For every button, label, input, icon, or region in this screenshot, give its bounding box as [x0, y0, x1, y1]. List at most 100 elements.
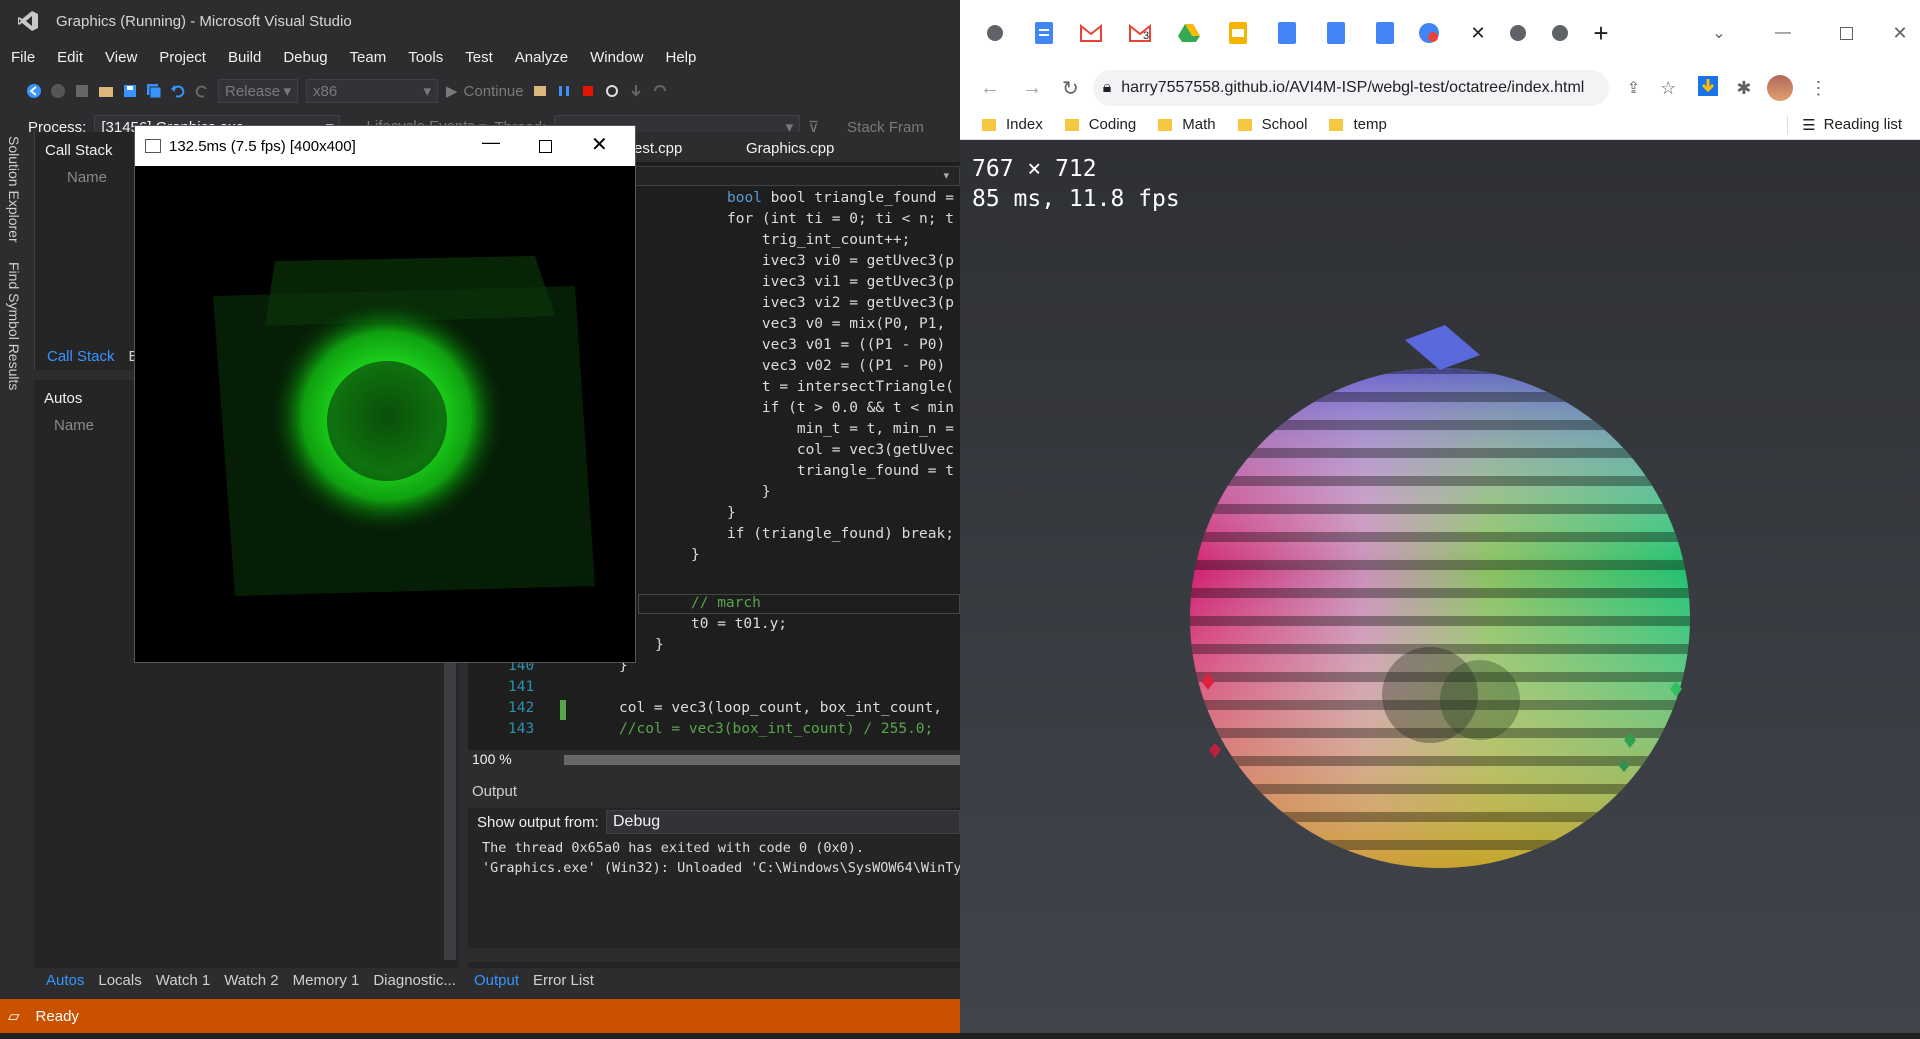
menu-window[interactable]: Window	[579, 49, 654, 66]
solution-explorer-tab[interactable]: Solution Explorer	[6, 136, 22, 243]
new-project-icon[interactable]	[74, 83, 90, 99]
tab-memory-1[interactable]: Memory 1	[293, 972, 360, 989]
close-button[interactable]: ✕	[1887, 20, 1913, 46]
menu-test[interactable]: Test	[454, 49, 504, 66]
restart-icon[interactable]	[604, 83, 620, 99]
minimize-button[interactable]: —	[1770, 20, 1796, 46]
tab-call-stack[interactable]: Call Stack	[47, 348, 115, 365]
new-tab-icon[interactable]: +	[1588, 18, 1614, 48]
tab-autos[interactable]: Autos	[46, 972, 84, 989]
zoom-dropdown[interactable]: 100 %	[472, 751, 512, 767]
tab-graphics-cpp[interactable]: Graphics.cpp	[746, 140, 834, 157]
chrome-web-tab-icon[interactable]	[1416, 20, 1442, 46]
back-icon[interactable]	[26, 83, 42, 99]
redo-icon[interactable]	[194, 83, 210, 99]
code-line[interactable]: }	[691, 547, 700, 563]
code-line[interactable]: t = intersectTriangle(	[727, 379, 954, 395]
tab-watch-2[interactable]: Watch 2	[224, 972, 278, 989]
share-icon[interactable]: ⇪	[1627, 78, 1640, 98]
code-line[interactable]: vec3 v01 = ((P1 - P0)	[727, 337, 945, 353]
reload-icon[interactable]: ↻	[1062, 76, 1079, 101]
docs-tab-icon[interactable]	[1031, 20, 1057, 46]
tab-output[interactable]: Output	[474, 972, 519, 989]
platform-dropdown[interactable]: x86 ▾	[306, 79, 438, 103]
slides-tab-icon[interactable]	[1225, 20, 1251, 46]
code-comment[interactable]: // march	[691, 595, 761, 611]
docs-tab-icon[interactable]	[1323, 20, 1349, 46]
menu-kebab-icon[interactable]: ⋮	[1809, 78, 1827, 99]
profile-avatar[interactable]	[1767, 75, 1794, 101]
render-canvas[interactable]	[135, 166, 635, 662]
menu-analyze[interactable]: Analyze	[504, 49, 579, 66]
globe-tab-icon[interactable]	[1547, 20, 1573, 46]
bookmark-index[interactable]: Index	[982, 116, 1043, 133]
save-icon[interactable]	[122, 83, 138, 99]
menu-edit[interactable]: Edit	[46, 49, 94, 66]
undo-icon[interactable]	[170, 83, 186, 99]
docs-tab-icon[interactable]	[1274, 20, 1300, 46]
menu-build[interactable]: Build	[217, 49, 272, 66]
output-source-dropdown[interactable]: Debug	[606, 810, 960, 834]
pause-icon[interactable]	[556, 83, 572, 99]
tab-test-cpp[interactable]: est.cpp	[634, 140, 682, 157]
code-line[interactable]: }	[727, 484, 771, 500]
bookmark-star-icon[interactable]: ☆	[1660, 78, 1676, 99]
exception-settings-icon[interactable]	[532, 83, 548, 99]
close-button[interactable]: ✕	[591, 132, 608, 157]
gmail-tab-icon[interactable]	[1078, 20, 1104, 46]
config-dropdown[interactable]: Release ▾	[218, 79, 298, 103]
gmail-badge-tab-icon[interactable]: 3	[1127, 20, 1153, 46]
code-line[interactable]: if (triangle_found) break;	[727, 526, 954, 542]
tab-error-list[interactable]: Error List	[533, 972, 594, 989]
tab-diagnostic[interactable]: Diagnostic...	[373, 972, 456, 989]
menu-team[interactable]: Team	[339, 49, 398, 66]
code-line[interactable]: vec3 v0 = mix(P0, P1,	[727, 316, 945, 332]
menu-tools[interactable]: Tools	[397, 49, 454, 66]
code-line[interactable]: bool bool triangle_found = fals	[727, 190, 998, 206]
save-all-icon[interactable]	[146, 83, 162, 99]
code-line[interactable]: ivec3 vi2 = getUvec3(p	[727, 295, 954, 311]
globe-tab-icon[interactable]	[982, 20, 1008, 46]
code-line[interactable]: col = vec3(loop_count, box_int_count,	[619, 700, 942, 716]
tab-search-icon[interactable]: ⌄	[1706, 20, 1732, 46]
code-line[interactable]: if (t > 0.0 && t < min	[727, 400, 954, 416]
forward-arrow-icon[interactable]: →	[1022, 77, 1042, 100]
code-line[interactable]: vec3 v02 = ((P1 - P0)	[727, 358, 945, 374]
drive-tab-icon[interactable]	[1176, 20, 1202, 46]
code-line[interactable]: triangle_found = t	[727, 463, 954, 479]
menu-file[interactable]: File	[0, 49, 46, 66]
docs-tab-icon[interactable]	[1372, 20, 1398, 46]
address-bar[interactable]: 🔒︎ harry7557558.github.io/AVI4M-ISP/webg…	[1092, 70, 1609, 106]
step-over-icon[interactable]	[652, 83, 668, 99]
minimize-button[interactable]: —	[482, 132, 500, 153]
code-line[interactable]: min_t = t, min_n =	[727, 421, 954, 437]
code-line[interactable]: col = vec3(getUvec	[727, 442, 954, 458]
reading-list-button[interactable]: ☰ Reading list	[1787, 115, 1902, 134]
extensions-puzzle-icon[interactable]: ✱	[1736, 78, 1751, 99]
code-line[interactable]: }	[655, 637, 664, 653]
open-folder-icon[interactable]	[98, 83, 114, 99]
menu-help[interactable]: Help	[655, 49, 708, 66]
webgl-canvas[interactable]	[960, 140, 1920, 1033]
bookmark-math[interactable]: Math	[1158, 116, 1216, 133]
menu-debug[interactable]: Debug	[272, 49, 338, 66]
tab-watch-1[interactable]: Watch 1	[156, 972, 210, 989]
stop-icon[interactable]	[580, 83, 596, 99]
code-line[interactable]: ivec3 vi1 = getUvec3(p	[727, 274, 954, 290]
code-line[interactable]: ivec3 vi0 = getUvec3(p	[727, 253, 954, 269]
bookmark-temp[interactable]: temp	[1329, 116, 1387, 133]
maximize-button[interactable]	[1833, 20, 1859, 46]
continue-button[interactable]: ▶ Continue	[446, 82, 524, 101]
code-line[interactable]: for (int ti = 0; ti < n; t	[727, 211, 954, 227]
graphics-title-bar[interactable]: 132.5ms (7.5 fps) [400x400] — ✕	[135, 126, 635, 166]
globe-tab-icon[interactable]	[1505, 20, 1531, 46]
code-line[interactable]: //col = vec3(box_int_count) / 255.0;	[619, 721, 933, 737]
maximize-button[interactable]	[539, 140, 552, 153]
bookmark-school[interactable]: School	[1237, 116, 1307, 133]
output-scrollbar[interactable]	[468, 948, 960, 962]
menu-view[interactable]: View	[94, 49, 148, 66]
menu-project[interactable]: Project	[148, 49, 217, 66]
forward-icon[interactable]	[50, 83, 66, 99]
code-line[interactable]: }	[727, 505, 736, 521]
download-extension-icon[interactable]	[1698, 75, 1719, 101]
